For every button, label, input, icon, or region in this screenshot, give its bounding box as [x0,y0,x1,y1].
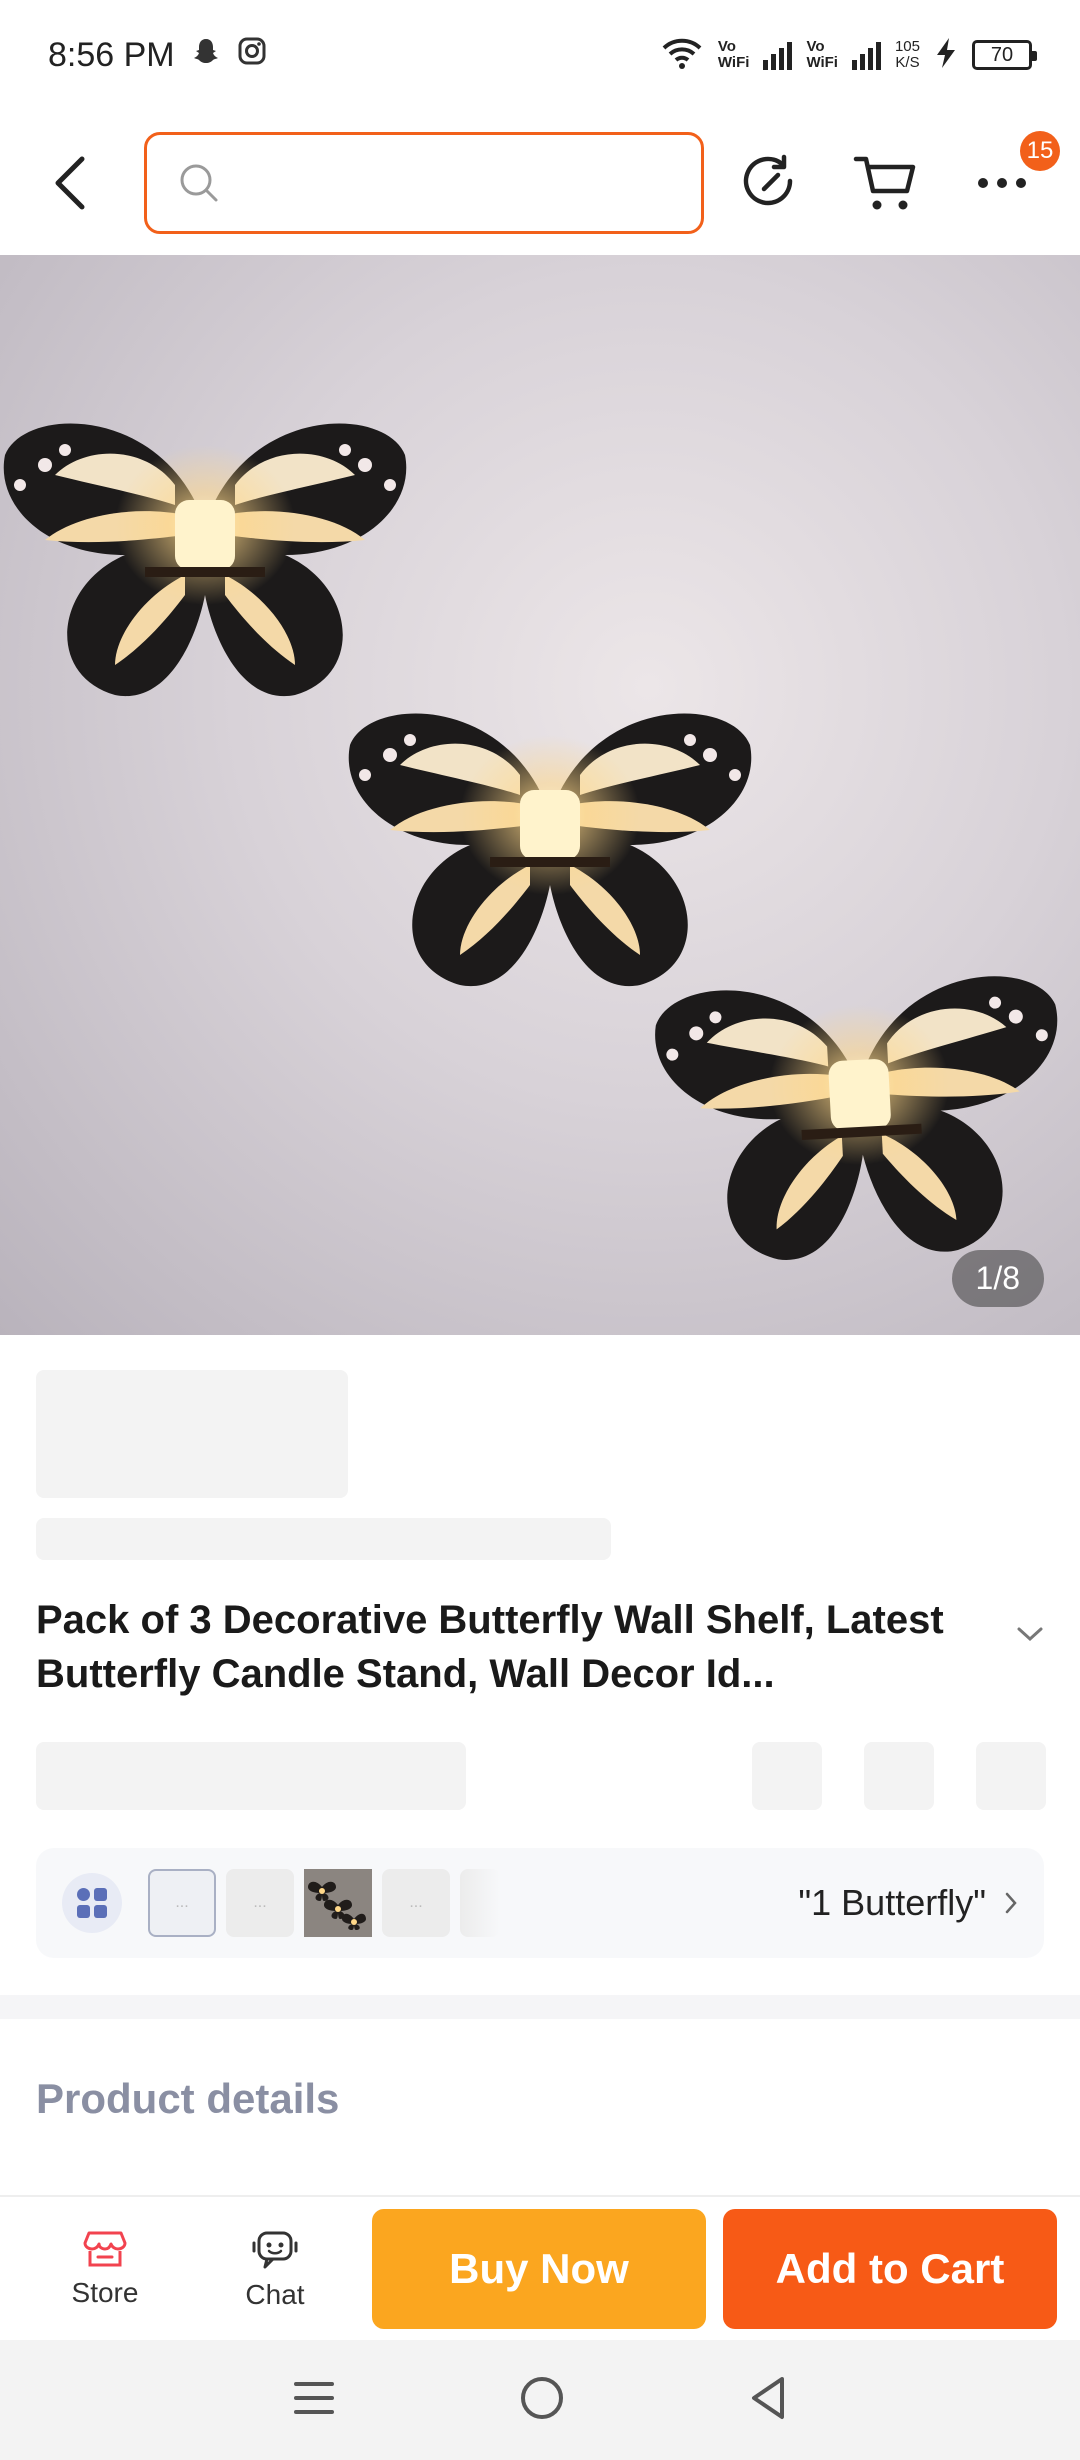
more-dots-icon [978,177,1026,188]
top-bar: 15 [0,110,1080,255]
thumb-placeholder: ... [253,1894,267,1911]
status-bar: 8:56 PM Vo WiFi Vo WiFi 105 K/S 70 [0,0,1080,110]
cart-button[interactable] [850,147,922,219]
vowifi-label-1: Vo WiFi [718,39,750,71]
status-left: 8:56 PM [48,36,267,75]
search-icon [180,164,218,201]
more-button[interactable]: 15 [966,130,1060,219]
signal-icon-2 [851,40,881,70]
status-time: 8:56 PM [48,35,175,74]
bottom-action-bar: Store Chat Buy Now Add to Cart [0,2195,1080,2340]
top-icons: 15 [734,130,1060,219]
action-placeholder-1 [752,1742,822,1810]
selected-variant[interactable]: "1 Butterfly" [798,1882,1018,1924]
charging-icon [934,37,958,74]
action-placeholder-3 [976,1742,1046,1810]
butterfly-shelf-1 [3,423,407,697]
rating-placeholder [36,1742,466,1810]
variant-thumb-partial[interactable] [460,1869,500,1937]
variant-thumb[interactable]: ... [382,1869,450,1937]
status-right: Vo WiFi Vo WiFi 105 K/S 70 [660,36,1037,75]
product-title[interactable]: Pack of 3 Decorative Butterfly Wall Shel… [36,1593,996,1701]
thumb-placeholder: ... [409,1894,423,1911]
price-placeholder [36,1370,348,1498]
battery-icon: 70 [972,40,1037,70]
vowifi-2-bottom: WiFi [806,54,838,71]
wifi-icon [660,36,704,75]
chevron-right-icon [1005,1892,1017,1914]
back-button[interactable] [30,143,110,223]
variant-thumb-butterfly-image[interactable] [304,1869,372,1937]
share-button[interactable] [734,147,806,219]
expand-title-button[interactable] [1016,1625,1044,1648]
chat-label: Chat [245,2278,305,2310]
chat-bot-icon [252,2231,298,2268]
store-icon [83,2231,127,2266]
selected-variant-label: "1 Butterfly" [798,1882,986,1923]
search-box[interactable] [144,131,704,234]
variant-thumb[interactable]: ... [148,1869,216,1937]
snapchat-icon [191,36,221,75]
back-triangle-icon [752,2376,785,2419]
notification-badge: 15 [1020,130,1060,171]
store-tab[interactable]: Store [20,2229,190,2309]
vowifi-2-top: Vo [806,38,825,55]
product-details-heading: Product details [36,2075,340,2122]
store-label: Store [71,2276,139,2308]
network-speed: 105 K/S [895,39,920,71]
variant-selector[interactable]: ... ... ... "1 Butterfly" [36,1848,1044,1958]
chevron-down-icon [1017,1627,1043,1642]
action-placeholder-2 [864,1742,934,1810]
section-divider [0,1995,1080,2019]
buy-now-button[interactable]: Buy Now [372,2208,706,2329]
share-icon [743,154,793,205]
product-photo [3,423,1070,1267]
chevron-left-icon [55,156,85,209]
butterfly-shelf-3 [652,972,1070,1267]
chat-tab[interactable]: Chat [190,2227,360,2311]
thumb-placeholder: ... [175,1894,189,1911]
system-nav-bar [0,2340,1080,2460]
add-to-cart-button[interactable]: Add to Cart [723,2208,1057,2329]
speed-unit: K/S [895,54,920,71]
product-image-carousel[interactable]: 1/8 [0,255,1080,1335]
menu-icon [293,2381,334,2414]
menu-nav-button[interactable] [292,2378,336,2423]
butterfly-thumb-image [304,1869,372,1937]
signal-icon-1 [763,40,793,70]
speed-value: 105 [894,38,920,55]
variant-thumbnails: ... ... ... [148,1869,500,1937]
variants-grid-icon [62,1873,122,1933]
butterfly-shelf-2 [348,713,752,987]
instagram-icon [237,36,267,75]
back-nav-button[interactable] [748,2375,788,2426]
vowifi-label-2: Vo WiFi [806,39,838,71]
variant-thumb[interactable]: ... [226,1869,294,1937]
search-input[interactable] [235,164,675,201]
image-counter: 1/8 [951,1250,1044,1307]
battery-level: 70 [990,43,1014,66]
vowifi-1-bottom: WiFi [717,54,750,71]
home-circle-icon [520,2376,563,2419]
vowifi-1-top: Vo [717,38,736,55]
cart-icon [853,156,916,209]
subtitle-placeholder [36,1518,611,1560]
home-nav-button[interactable] [519,2375,565,2426]
